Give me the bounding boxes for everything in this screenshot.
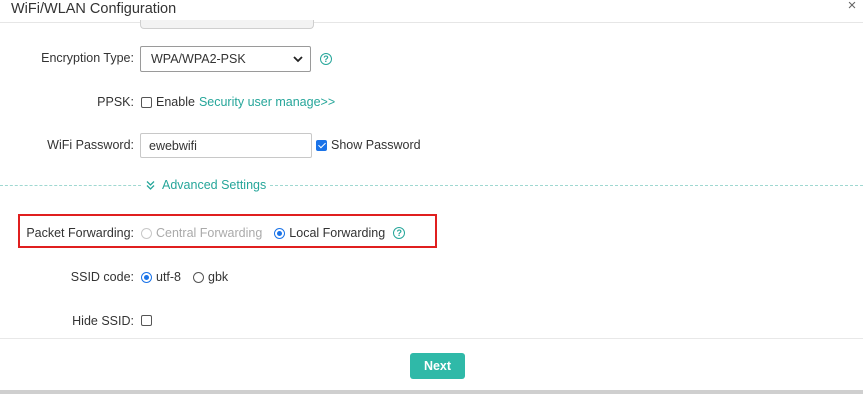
- dialog-bottom-edge: [0, 390, 863, 394]
- hide-ssid-label: Hide SSID:: [72, 314, 134, 328]
- packet-forwarding-label: Packet Forwarding:: [26, 226, 134, 240]
- wifi-password-input[interactable]: [140, 133, 312, 158]
- gbk-label: gbk: [208, 270, 229, 284]
- gbk-radio[interactable]: [193, 271, 205, 283]
- show-password-label: Show Password: [331, 138, 421, 152]
- chevron-down-icon: [293, 56, 303, 63]
- divider-left: [0, 185, 141, 186]
- wlan-config-dialog: WiFi/WLAN Configuration × Encryption Typ…: [0, 0, 863, 394]
- local-forwarding-radio[interactable]: [274, 227, 286, 239]
- wifi-password-label: WiFi Password:: [47, 138, 134, 152]
- local-forwarding-label: Local Forwarding: [289, 226, 386, 240]
- encryption-type-value: WPA/WPA2-PSK: [151, 52, 246, 66]
- dialog-header: WiFi/WLAN Configuration ×: [0, 0, 863, 23]
- hide-ssid-checkbox[interactable]: [141, 315, 152, 326]
- divider-right: [265, 185, 863, 186]
- show-password-checkbox[interactable]: [316, 139, 327, 151]
- footer-divider: [0, 338, 863, 339]
- encryption-type-label: Encryption Type:: [41, 51, 134, 65]
- ssid-code-label: SSID code:: [70, 270, 134, 284]
- advanced-settings-label: Advanced Settings: [162, 178, 267, 192]
- central-forwarding-label: Central Forwarding: [156, 226, 263, 240]
- next-button[interactable]: Next: [410, 353, 465, 379]
- encryption-type-select[interactable]: WPA/WPA2-PSK: [140, 46, 311, 72]
- advanced-settings-toggle[interactable]: Advanced Settings: [141, 178, 271, 192]
- scrolled-field-edge: [140, 20, 314, 29]
- dialog-title: WiFi/WLAN Configuration: [11, 1, 177, 17]
- ppsk-enable-label: Enable: [156, 95, 195, 109]
- central-forwarding-radio: [141, 227, 152, 239]
- ppsk-enable-checkbox[interactable]: [141, 96, 152, 108]
- show-password-row: Show Password: [316, 138, 421, 152]
- hide-ssid-row: [141, 315, 152, 326]
- utf8-radio[interactable]: [141, 271, 152, 283]
- ssid-code-options: utf-8 gbk: [141, 270, 228, 284]
- double-chevron-down-icon: [146, 180, 155, 190]
- ppsk-label: PPSK:: [97, 95, 134, 109]
- ppsk-row: Enable Security user manage>>: [141, 95, 335, 109]
- packet-forwarding-options: Central Forwarding Local Forwarding ?: [141, 226, 406, 240]
- question-circle-icon[interactable]: ?: [320, 53, 332, 65]
- close-icon[interactable]: ×: [845, 0, 859, 14]
- question-circle-icon[interactable]: ?: [393, 227, 406, 239]
- utf8-label: utf-8: [156, 270, 182, 284]
- security-user-manage-link[interactable]: Security user manage>>: [199, 95, 335, 109]
